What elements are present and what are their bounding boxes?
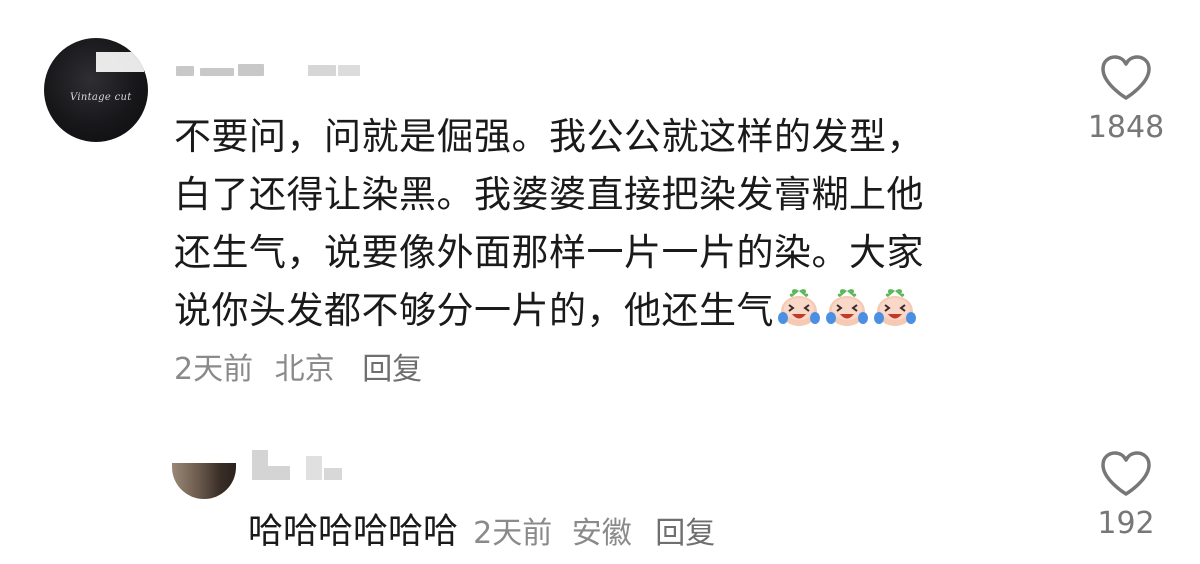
avatar-redaction xyxy=(96,52,144,72)
like-count: 1848 xyxy=(1087,110,1165,145)
reply-meta: 2天前 安徽 回复 xyxy=(473,516,725,551)
reply-username-redacted[interactable] xyxy=(250,450,350,490)
reply-text: 哈哈哈哈哈哈 xyxy=(248,512,459,552)
reply-avatar[interactable] xyxy=(172,463,236,499)
like-button[interactable]: 1848 xyxy=(1066,54,1186,145)
reply-time: 2天前 xyxy=(473,516,553,551)
crying-laughing-peach-icon xyxy=(826,289,868,326)
reply-button[interactable]: 回复 xyxy=(362,352,422,387)
reply-location: 安徽 xyxy=(571,516,632,551)
comment-line-text: 说你头发都不够分一片的，他还生气 xyxy=(174,289,774,332)
comment-line: 不要问，问就是倔强。我公公就这样的发型， xyxy=(174,115,924,158)
reply-button[interactable]: 回复 xyxy=(655,516,715,551)
comment-line: 白了还得让染黑。我婆婆直接把染发膏糊上他 xyxy=(174,173,924,216)
comment-location: 北京 xyxy=(274,352,335,387)
heart-icon[interactable] xyxy=(1099,54,1153,102)
comment-line: 还生气，说要像外面那样一片一片的染。大家 xyxy=(174,231,924,274)
comment-meta: 2天前 北京 回复 xyxy=(174,344,434,388)
like-count: 192 xyxy=(1097,506,1155,541)
username-redacted[interactable] xyxy=(176,60,366,80)
crying-laughing-peach-icon xyxy=(778,289,820,326)
avatar-caption: Vintage cut xyxy=(70,92,132,103)
comment-text: 不要问，问就是倔强。我公公就这样的发型， 白了还得让染黑。我婆婆直接把染发膏糊上… xyxy=(174,108,1054,340)
avatar[interactable]: Vintage cut xyxy=(44,38,148,142)
emoji-group xyxy=(774,289,918,332)
comment-time: 2天前 xyxy=(174,352,254,387)
reply-row: 哈哈哈哈哈哈 2天前 安徽 回复 xyxy=(248,503,725,554)
comment-line-last: 说你头发都不够分一片的，他还生气 xyxy=(174,282,1054,340)
crying-laughing-peach-icon xyxy=(874,289,916,326)
heart-icon[interactable] xyxy=(1099,450,1153,498)
reply-like-button[interactable]: 192 xyxy=(1066,450,1186,541)
